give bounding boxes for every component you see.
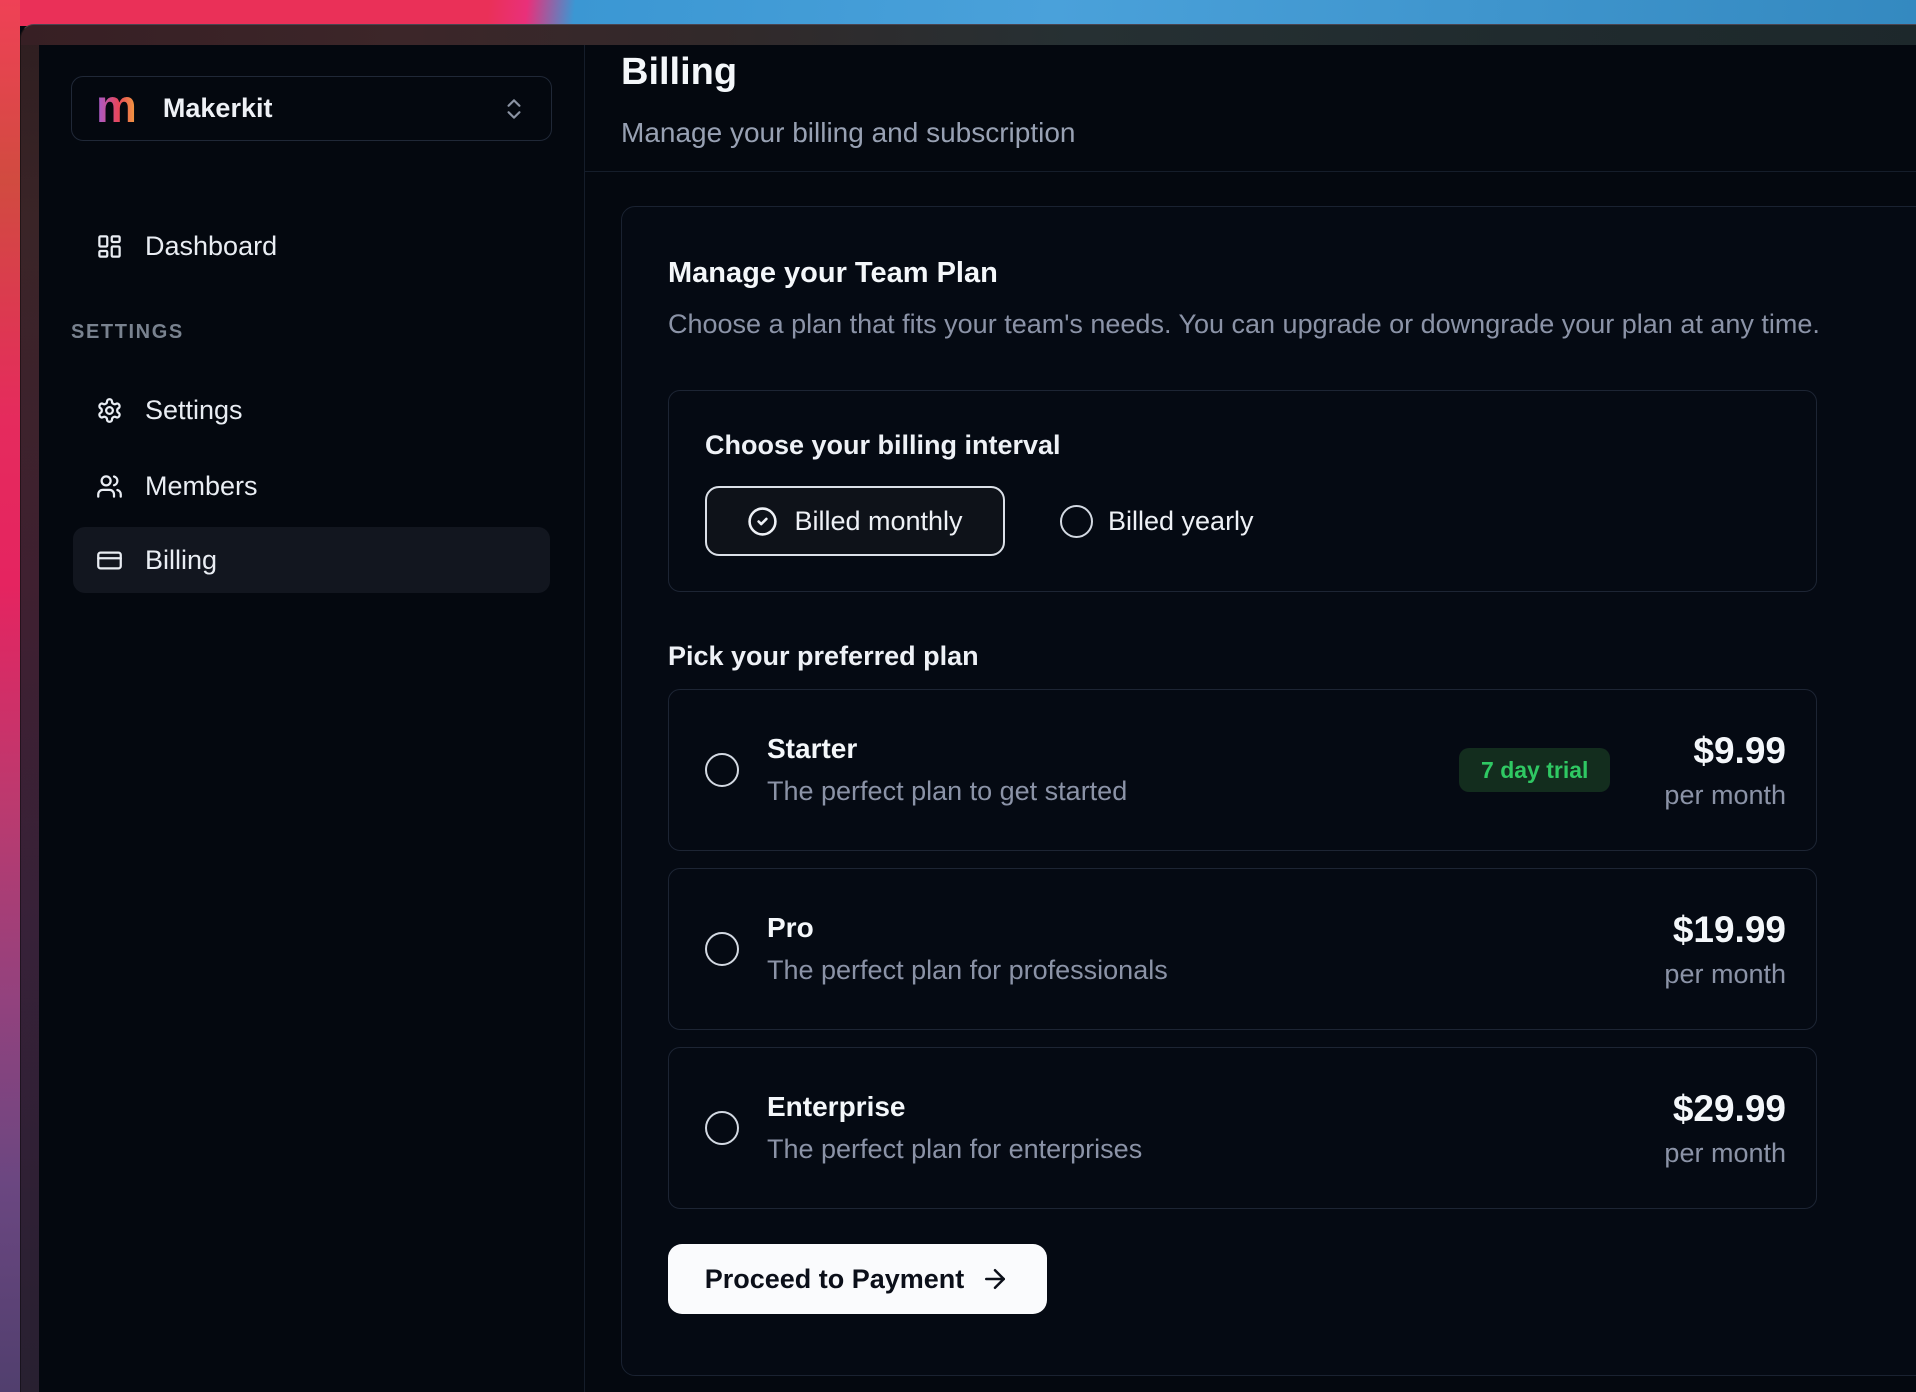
sidebar-item-billing[interactable]: Billing xyxy=(73,527,550,593)
plan-row-enterprise[interactable]: Enterprise The perfect plan for enterpri… xyxy=(668,1047,1817,1209)
radio-circle-icon xyxy=(1060,505,1093,538)
billing-interval-group: Choose your billing interval Billed mont… xyxy=(668,390,1817,592)
arrow-right-icon xyxy=(980,1264,1010,1294)
plan-price: $9.99 xyxy=(1664,730,1786,772)
billing-interval-label: Choose your billing interval xyxy=(705,429,1816,461)
proceed-to-payment-label: Proceed to Payment xyxy=(705,1264,965,1295)
app-root: m Makerkit Dashboard SETTINGS xyxy=(39,45,1916,1392)
card-title: Manage your Team Plan xyxy=(668,255,1916,291)
team-plan-card: Manage your Team Plan Choose a plan that… xyxy=(621,206,1916,1376)
gear-icon xyxy=(96,397,123,424)
radio-circle-icon[interactable] xyxy=(705,1111,739,1145)
radio-circle-icon[interactable] xyxy=(705,932,739,966)
billed-yearly-label: Billed yearly xyxy=(1108,506,1254,537)
app-window: m Makerkit Dashboard SETTINGS xyxy=(20,24,1916,1392)
sidebar-item-label: Members xyxy=(145,471,258,502)
dashboard-icon xyxy=(96,233,123,260)
window-titlebar xyxy=(21,25,1916,45)
desktop-wallpaper-top xyxy=(0,0,1916,26)
sidebar-item-label: Billing xyxy=(145,545,217,576)
plan-price: $19.99 xyxy=(1664,909,1786,951)
chevrons-up-down-icon xyxy=(501,96,527,122)
team-name: Makerkit xyxy=(163,93,273,124)
sidebar-item-settings[interactable]: Settings xyxy=(73,377,550,443)
header-divider xyxy=(585,171,1916,172)
plan-name: Pro xyxy=(767,912,1168,944)
billed-monthly-option[interactable]: Billed monthly xyxy=(705,486,1005,556)
plan-description: The perfect plan to get started xyxy=(767,776,1127,807)
desktop-wallpaper-left xyxy=(0,0,20,1392)
plan-period: per month xyxy=(1664,1138,1786,1169)
plan-period: per month xyxy=(1664,780,1786,811)
billed-yearly-option[interactable]: Billed yearly xyxy=(1060,505,1254,538)
page-subtitle: Manage your billing and subscription xyxy=(621,117,1076,149)
team-selector-button[interactable]: m Makerkit xyxy=(71,76,552,141)
plan-row-starter[interactable]: Starter The perfect plan to get started … xyxy=(668,689,1817,851)
sidebar-item-members[interactable]: Members xyxy=(73,453,550,519)
sidebar: m Makerkit Dashboard SETTINGS xyxy=(39,45,585,1392)
radio-circle-icon[interactable] xyxy=(705,753,739,787)
plan-description: The perfect plan for enterprises xyxy=(767,1134,1142,1165)
sidebar-item-dashboard[interactable]: Dashboard xyxy=(73,213,550,279)
plan-description: The perfect plan for professionals xyxy=(767,955,1168,986)
proceed-to-payment-button[interactable]: Proceed to Payment xyxy=(668,1244,1047,1314)
page-title: Billing xyxy=(621,51,737,94)
plan-name: Starter xyxy=(767,733,1127,765)
check-circle-icon xyxy=(747,506,778,537)
plan-picker-label: Pick your preferred plan xyxy=(668,640,1916,672)
credit-card-icon xyxy=(96,547,123,574)
users-icon xyxy=(96,473,123,500)
makerkit-logo-icon: m xyxy=(96,83,137,129)
sidebar-section-settings: SETTINGS xyxy=(71,321,184,344)
plan-price: $29.99 xyxy=(1664,1088,1786,1130)
sidebar-item-label: Dashboard xyxy=(145,231,277,262)
plan-row-pro[interactable]: Pro The perfect plan for professionals $… xyxy=(668,868,1817,1030)
plan-period: per month xyxy=(1664,959,1786,990)
sidebar-item-label: Settings xyxy=(145,395,243,426)
card-subtitle: Choose a plan that fits your team's need… xyxy=(668,307,1916,341)
main-content: Billing Manage your billing and subscrip… xyxy=(585,45,1916,1392)
billed-monthly-label: Billed monthly xyxy=(794,506,962,537)
plan-name: Enterprise xyxy=(767,1091,1142,1123)
trial-badge: 7 day trial xyxy=(1459,748,1610,792)
